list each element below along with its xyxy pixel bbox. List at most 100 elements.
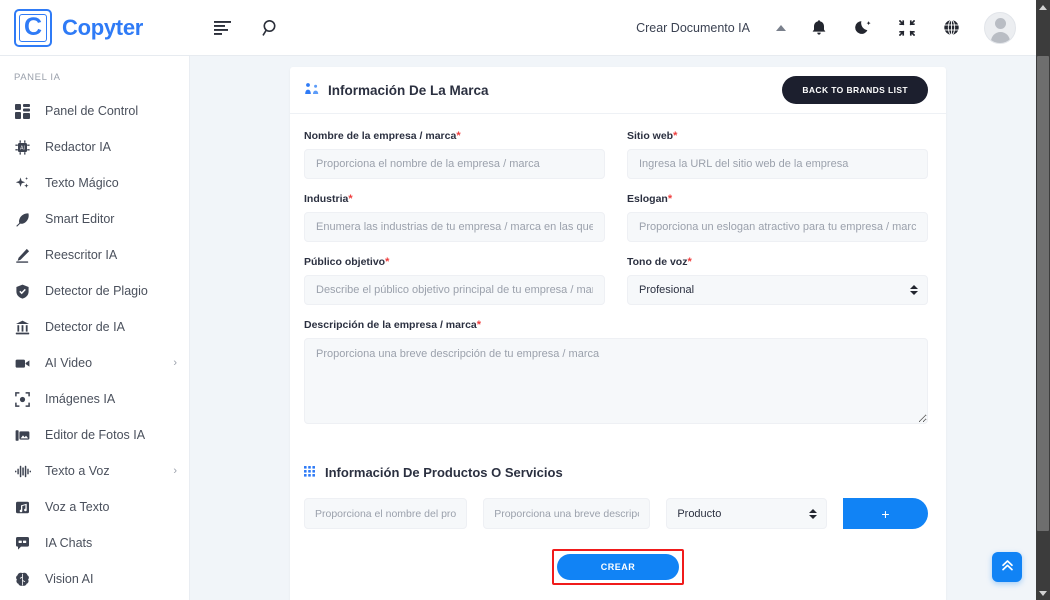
- sidebar-item-detector-de-plagio[interactable]: Detector de Plagio: [0, 273, 189, 309]
- topbar-left-icons: [212, 17, 282, 39]
- scrollbar-down-arrow-icon[interactable]: [1036, 586, 1050, 600]
- video-camera-icon: [14, 355, 31, 372]
- sidebar-item-reescritor-ia[interactable]: Reescritor IA: [0, 237, 189, 273]
- sidebar-item-imagenes-ia[interactable]: Imágenes IA: [0, 381, 189, 417]
- moon-icon[interactable]: [852, 17, 874, 39]
- brand-name: Copyter: [62, 14, 144, 40]
- sidebar-item-detector-de-ia[interactable]: Detector de IA: [0, 309, 189, 345]
- required-asterisk: *: [673, 130, 678, 142]
- search-icon[interactable]: [260, 17, 282, 39]
- scroll-to-top-button[interactable]: [992, 552, 1022, 582]
- chat-bubble-icon: [14, 535, 31, 552]
- grid-dots-icon: [304, 465, 317, 480]
- sidebar-item-label: Texto a Voz: [45, 464, 110, 478]
- bank-detector-icon: [14, 319, 31, 336]
- sidebar-item-ia-chats[interactable]: IA Chats: [0, 525, 189, 561]
- sidebar-item-label: AI Video: [45, 356, 93, 370]
- sidebar-item-editor-de-fotos-ia[interactable]: Editor de Fotos IA: [0, 417, 189, 453]
- scrollbar-thumb[interactable]: [1037, 56, 1049, 531]
- sparkles-icon: [14, 175, 31, 192]
- brand-people-icon: [304, 82, 320, 99]
- list-menu-icon[interactable]: [212, 17, 234, 39]
- sidebar-item-chevron: ›: [173, 357, 177, 369]
- chevron-up-icon[interactable]: [776, 24, 786, 31]
- target-audience-label: Público objetivo*: [304, 256, 605, 268]
- description-label: Descripción de la empresa / marca*: [304, 319, 928, 331]
- product-type-select-wrap: Producto: [666, 498, 827, 529]
- required-asterisk: *: [456, 130, 461, 142]
- sidebar-item-label: Panel de Control: [45, 104, 139, 118]
- page-title: Información De La Marca: [304, 82, 489, 99]
- sidebar-item-redactor-ia[interactable]: AI Redactor IA: [0, 129, 189, 165]
- field-website: Sitio web*: [627, 130, 928, 179]
- field-industry: Industria*: [304, 193, 605, 242]
- user-avatar[interactable]: [984, 11, 1016, 44]
- required-asterisk: *: [687, 256, 692, 268]
- company-name-label-text: Nombre de la empresa / marca: [304, 130, 457, 142]
- svg-text:AI: AI: [20, 145, 25, 151]
- sidebar-item-texto-a-voz[interactable]: Texto a Voz ›: [0, 453, 189, 489]
- add-product-button[interactable]: +: [842, 498, 928, 529]
- sidebar-item-voz-a-texto[interactable]: Voz a Texto: [0, 489, 189, 525]
- card-title-text: Información De La Marca: [328, 82, 489, 98]
- sidebar-item-ai-video[interactable]: AI Video ›: [0, 345, 189, 381]
- logo-mark-icon: C: [14, 8, 52, 47]
- sidebar-item-label: Redactor IA: [45, 140, 112, 154]
- sidebar-item-smart-editor[interactable]: Smart Editor: [0, 201, 189, 237]
- compress-icon[interactable]: [896, 17, 918, 39]
- field-company-name: Nombre de la empresa / marca*: [304, 130, 605, 179]
- pencil-icon: [14, 247, 31, 264]
- scrollbar-up-arrow-icon[interactable]: [1036, 0, 1050, 14]
- target-audience-input[interactable]: [304, 275, 605, 305]
- submit-area: CREAR: [290, 529, 946, 600]
- brand-info-card: Información De La Marca BACK TO BRANDS L…: [290, 67, 946, 600]
- industry-label-text: Industria: [304, 193, 349, 205]
- company-name-input[interactable]: [304, 149, 605, 179]
- create-document-dropdown[interactable]: Crear Documento IA: [636, 21, 786, 35]
- sidebar-item-vision-ai[interactable]: Vision AI: [0, 561, 189, 597]
- field-target-audience: Público objetivo*: [304, 256, 605, 305]
- image-frame-icon: [14, 391, 31, 408]
- ai-chip-icon: AI: [14, 139, 31, 156]
- sidebar-item-chevron: ›: [173, 465, 177, 477]
- website-label-text: Sitio web: [627, 130, 674, 142]
- description-textarea[interactable]: [304, 338, 928, 424]
- app-root: C Copyter Crear Documento IA PANEL IA Pa…: [0, 0, 1050, 600]
- required-asterisk: *: [348, 193, 353, 205]
- field-description: Descripción de la empresa / marca*: [304, 319, 928, 429]
- product-name-input[interactable]: [304, 498, 468, 529]
- sidebar-item-label: Editor de Fotos IA: [45, 428, 146, 442]
- sidebar-item-panel-de-control[interactable]: Panel de Control: [0, 93, 189, 129]
- product-entry-row: Producto +: [290, 480, 946, 529]
- product-type-select[interactable]: Producto: [666, 498, 827, 529]
- avatar-head: [994, 17, 1006, 29]
- brain-icon: [14, 571, 31, 588]
- globe-icon[interactable]: [940, 17, 962, 39]
- bell-icon[interactable]: [808, 17, 830, 39]
- target-audience-label-text: Público objetivo: [304, 256, 386, 268]
- sidebar-item-texto-magico[interactable]: Texto Mágico: [0, 165, 189, 201]
- website-input[interactable]: [627, 149, 928, 179]
- slogan-input[interactable]: [627, 212, 928, 242]
- card-header: Información De La Marca BACK TO BRANDS L…: [290, 67, 946, 114]
- brand-logo[interactable]: C Copyter: [0, 0, 190, 56]
- sidebar-item-label: Vision AI: [45, 572, 94, 586]
- music-note-icon: [14, 499, 31, 516]
- sidebar-item-label: Voz a Texto: [45, 500, 110, 514]
- page-scrollbar[interactable]: [1036, 0, 1050, 600]
- required-asterisk: *: [476, 319, 482, 331]
- industry-input[interactable]: [304, 212, 605, 242]
- field-tone-of-voice: Tono de voz* Profesional: [627, 256, 928, 305]
- sidebar: PANEL IA Panel de Control AI Redactor IA…: [0, 56, 190, 600]
- sidebar-item-label: Imágenes IA: [45, 392, 116, 406]
- tone-of-voice-select[interactable]: Profesional: [627, 275, 928, 305]
- top-navigation-bar: C Copyter Crear Documento IA: [0, 0, 1036, 56]
- back-to-brands-list-button[interactable]: BACK TO BRANDS LIST: [782, 76, 928, 104]
- logo-letter: C: [23, 13, 43, 41]
- product-description-input[interactable]: [483, 498, 651, 529]
- tone-of-voice-label: Tono de voz*: [627, 256, 928, 268]
- sidebar-item-label: Detector de IA: [45, 320, 125, 334]
- required-asterisk: *: [385, 256, 390, 268]
- crear-button[interactable]: CREAR: [557, 554, 679, 580]
- sidebar-heading: PANEL IA: [14, 72, 61, 83]
